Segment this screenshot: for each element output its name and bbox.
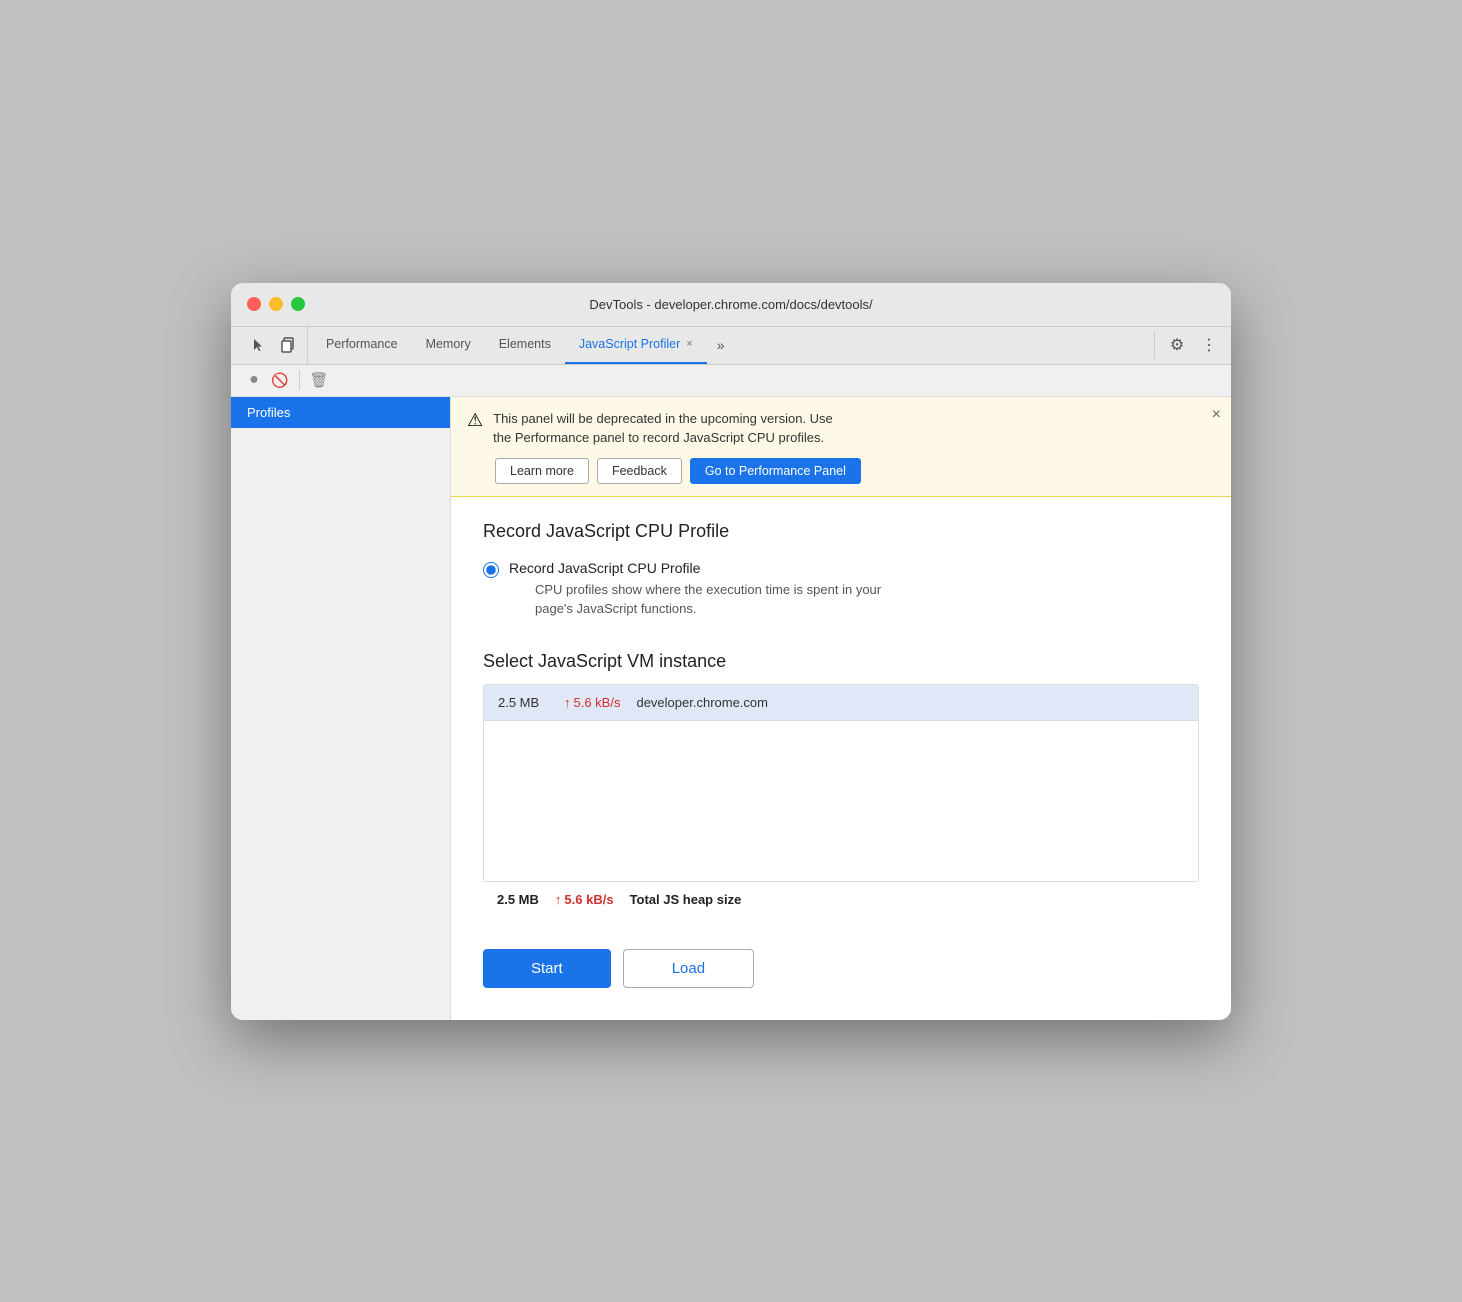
tab-memory[interactable]: Memory — [412, 327, 485, 364]
record-cpu-profile-radio[interactable] — [483, 562, 499, 578]
record-cpu-profile-option[interactable]: Record JavaScript CPU Profile CPU profil… — [483, 560, 1199, 619]
main-layout: Profiles ⚠ This panel will be deprecated… — [231, 397, 1231, 1020]
tab-performance[interactable]: Performance — [312, 327, 412, 364]
deprecation-banner: ⚠ This panel will be deprecated in the u… — [451, 397, 1231, 497]
devtools-window: DevTools - developer.chrome.com/docs/dev… — [231, 283, 1231, 1020]
vm-footer-size: 2.5 MB — [497, 892, 539, 907]
vm-footer-speed: ↑ 5.6 kB/s — [555, 892, 614, 907]
vm-list-empty-area — [484, 721, 1198, 881]
vm-instance-url: developer.chrome.com — [636, 695, 768, 710]
radio-option-content: Record JavaScript CPU Profile CPU profil… — [509, 560, 881, 619]
record-button[interactable]: ● — [243, 369, 265, 391]
copy-icon[interactable] — [277, 334, 299, 356]
tabbar-nav-icons — [239, 327, 308, 364]
stop-button[interactable]: 🚫 — [269, 369, 291, 391]
tab-elements[interactable]: Elements — [485, 327, 565, 364]
devtools-content: ● 🚫 🗑 Profiles ⚠ This panel will be — [231, 365, 1231, 1020]
delete-button[interactable]: 🗑 — [308, 369, 330, 391]
tabbar: Performance Memory Elements JavaScript P… — [231, 327, 1231, 365]
warning-icon: ⚠ — [467, 410, 483, 431]
footer-upload-arrow-icon: ↑ — [555, 892, 562, 907]
toolbar-separator — [299, 370, 300, 390]
settings-icon[interactable]: ⚙ — [1163, 331, 1191, 359]
banner-close-button[interactable]: × — [1212, 407, 1221, 423]
cursor-icon[interactable] — [247, 334, 269, 356]
feedback-button[interactable]: Feedback — [597, 458, 682, 484]
vm-footer-label: Total JS heap size — [630, 892, 742, 907]
upload-arrow-icon: ↑ — [564, 695, 571, 710]
banner-text: This panel will be deprecated in the upc… — [493, 409, 833, 448]
load-button[interactable]: Load — [623, 949, 754, 988]
profile-section-heading: Record JavaScript CPU Profile — [483, 521, 1199, 542]
profile-section: Record JavaScript CPU Profile Record Jav… — [451, 497, 1231, 651]
vm-section-heading: Select JavaScript VM instance — [483, 651, 1199, 672]
learn-more-button[interactable]: Learn more — [495, 458, 589, 484]
vm-instance-speed-value: 5.6 kB/s — [574, 695, 621, 710]
maximize-button[interactable] — [291, 297, 305, 311]
more-tabs-icon[interactable]: » — [707, 331, 735, 359]
vm-instance-speed: ↑ 5.6 kB/s — [564, 695, 620, 710]
vm-instance-list: 2.5 MB ↑ 5.6 kB/s developer.chrome.com — [483, 684, 1199, 882]
vm-instance-item[interactable]: 2.5 MB ↑ 5.6 kB/s developer.chrome.com — [484, 685, 1198, 721]
start-button[interactable]: Start — [483, 949, 611, 988]
window-controls — [247, 297, 305, 311]
profiler-toolbar: ● 🚫 🗑 — [231, 365, 1231, 397]
minimize-button[interactable] — [269, 297, 283, 311]
vm-footer-speed-value: 5.6 kB/s — [564, 892, 613, 907]
more-options-icon[interactable]: ⋮ — [1195, 331, 1223, 359]
radio-option-desc: CPU profiles show where the execution ti… — [535, 580, 881, 619]
go-to-performance-button[interactable]: Go to Performance Panel — [690, 458, 861, 484]
sidebar: Profiles — [231, 397, 451, 1020]
radio-option-label: Record JavaScript CPU Profile — [509, 560, 881, 576]
vm-footer: 2.5 MB ↑ 5.6 kB/s Total JS heap size — [483, 882, 1199, 917]
main-content: ⚠ This panel will be deprecated in the u… — [451, 397, 1231, 1020]
banner-message-row: ⚠ This panel will be deprecated in the u… — [467, 409, 1215, 448]
tab-close-icon[interactable]: × — [686, 338, 692, 350]
tabbar-settings: ⚙ ⋮ — [1154, 331, 1223, 359]
sidebar-item-profiles[interactable]: Profiles — [231, 397, 450, 428]
close-button[interactable] — [247, 297, 261, 311]
tab-js-profiler[interactable]: JavaScript Profiler × — [565, 327, 707, 364]
titlebar: DevTools - developer.chrome.com/docs/dev… — [231, 283, 1231, 327]
vm-instance-size: 2.5 MB — [498, 695, 548, 710]
action-buttons: Start Load — [451, 941, 1231, 1020]
vm-section: Select JavaScript VM instance 2.5 MB ↑ 5… — [451, 651, 1231, 941]
banner-action-buttons: Learn more Feedback Go to Performance Pa… — [467, 458, 1215, 484]
window-title: DevTools - developer.chrome.com/docs/dev… — [247, 297, 1215, 312]
